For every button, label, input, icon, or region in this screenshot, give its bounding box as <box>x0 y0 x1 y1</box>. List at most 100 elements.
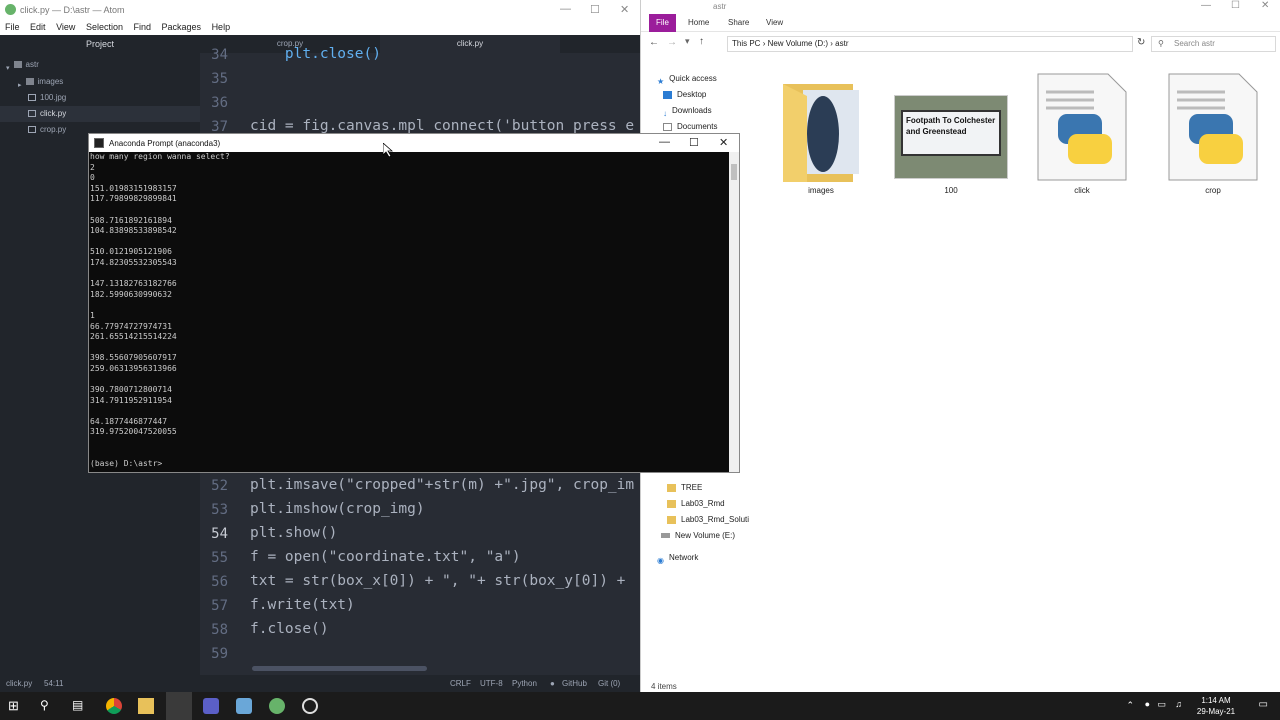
tree-item-100jpg[interactable]: 100.jpg <box>0 90 200 106</box>
nav-lab03-rmd[interactable]: Lab03_Rmd <box>667 497 725 511</box>
file-tile-images[interactable]: images <box>761 70 881 200</box>
ribbon-tab-share[interactable]: Share <box>721 14 756 32</box>
code-line: f.close() <box>250 621 329 637</box>
file-tile-100[interactable]: Footpath To Colchester and Greenstead 10… <box>891 70 1011 200</box>
folder-icon <box>667 515 676 524</box>
tree-item-clickpy[interactable]: click.py <box>0 106 200 122</box>
nav-label: Lab03_Rmd_Soluti <box>681 515 750 524</box>
line-number: 55 <box>211 550 228 566</box>
file-tile-crop[interactable]: crop <box>1153 70 1273 200</box>
breadcrumb-volume-d[interactable]: New Volume (D:) <box>768 39 828 48</box>
back-arrow-icon[interactable]: ← <box>649 37 659 48</box>
chrome-icon[interactable] <box>106 698 122 714</box>
clock-date[interactable]: 29-May-21 <box>1188 707 1244 716</box>
teams-icon[interactable] <box>203 698 219 714</box>
ribbon-tabs: File Home Share View <box>641 14 1280 32</box>
microphone-icon[interactable]: ● <box>1145 699 1150 709</box>
tree-item-astr[interactable]: ▾ astr <box>0 57 200 73</box>
tray-chevron-up-icon[interactable]: ⌃ <box>1126 700 1134 711</box>
nav-new-volume-e[interactable]: New Volume (E:) <box>661 529 735 543</box>
close-icon[interactable]: ✕ <box>1261 0 1269 11</box>
nav-label: Desktop <box>677 90 707 99</box>
notification-icon[interactable]: ▭ <box>1259 699 1268 710</box>
status-encoding[interactable]: UTF-8 <box>480 679 503 688</box>
close-icon[interactable]: ✕ <box>719 136 728 149</box>
up-arrow-icon[interactable]: ↑ <box>699 36 704 47</box>
windows-start-icon[interactable]: ⊞ <box>8 698 24 714</box>
status-line-ending[interactable]: CRLF <box>450 679 471 688</box>
menu-help[interactable]: Help <box>212 20 231 35</box>
search-input[interactable]: ⚲ Search astr <box>1151 36 1276 52</box>
recent-chevron-down-icon[interactable]: ▾ <box>685 36 690 47</box>
menu-packages[interactable]: Packages <box>162 20 202 35</box>
vertical-scrollbar[interactable] <box>729 152 739 472</box>
status-grammar[interactable]: Python <box>512 679 537 688</box>
menu-edit[interactable]: Edit <box>30 20 46 35</box>
forward-arrow-icon[interactable]: → <box>667 37 677 48</box>
terminal-taskbar-icon[interactable] <box>166 692 192 720</box>
clock-time[interactable]: 1:14 AM <box>1188 696 1244 705</box>
task-view-icon[interactable]: ▤ <box>72 698 88 714</box>
network-status-icon[interactable]: ▭ <box>1157 699 1166 710</box>
menu-file[interactable]: File <box>5 20 20 35</box>
drive-icon <box>661 533 670 539</box>
volume-icon[interactable]: ♫ <box>1175 699 1182 709</box>
tab-click-py[interactable]: click.py <box>380 35 560 53</box>
maximize-icon[interactable]: ☐ <box>590 3 600 16</box>
nav-label: TREE <box>681 483 703 492</box>
nav-downloads[interactable]: ↓ Downloads <box>663 104 712 118</box>
nav-tree-folder[interactable]: TREE <box>667 481 702 495</box>
line-number: 36 <box>211 95 228 111</box>
terminal-output[interactable]: how many region wanna select? 2 0 151.01… <box>89 152 729 472</box>
ribbon-tab-view[interactable]: View <box>759 14 790 32</box>
menu-find[interactable]: Find <box>133 20 151 35</box>
tree-item-label: astr <box>25 60 39 69</box>
status-cursor[interactable]: 54:11 <box>44 679 63 688</box>
minimize-icon[interactable]: — <box>659 136 670 148</box>
folder-icon <box>667 483 676 492</box>
breadcrumb-this-pc[interactable]: This PC <box>732 39 760 48</box>
nav-network[interactable]: ◉ Network <box>657 551 698 565</box>
menu-view[interactable]: View <box>56 20 75 35</box>
tree-item-label: crop.py <box>40 125 67 134</box>
menu-selection[interactable]: Selection <box>86 20 123 35</box>
refresh-icon[interactable]: ↻ <box>1137 37 1145 48</box>
anaconda-prompt-window[interactable]: Anaconda Prompt (anaconda3) — ☐ ✕ how ma… <box>88 133 740 473</box>
status-git[interactable]: Git (0) <box>598 679 620 688</box>
ribbon-tab-home[interactable]: Home <box>681 14 716 32</box>
status-file[interactable]: click.py <box>6 679 32 688</box>
scrollbar-thumb[interactable] <box>731 164 737 180</box>
atom-titlebar[interactable]: click.py — D:\astr — Atom — ☐ ✕ <box>0 0 640 20</box>
ribbon-tab-file[interactable]: File <box>649 14 676 32</box>
folder-icon <box>25 78 34 86</box>
tree-item-images[interactable]: ▸ images <box>0 74 200 90</box>
nav-documents[interactable]: Documents <box>663 120 717 134</box>
minimize-icon[interactable]: — <box>1201 0 1211 11</box>
file-tile-click[interactable]: click <box>1022 70 1142 200</box>
address-bar[interactable]: This PC › New Volume (D:) › astr <box>727 36 1133 52</box>
horizontal-scrollbar[interactable] <box>252 666 427 671</box>
minimize-icon[interactable]: — <box>560 3 571 15</box>
nav-lab03-rmd-solution[interactable]: Lab03_Rmd_Soluti <box>667 513 749 527</box>
github-icon[interactable]: ● <box>550 679 555 688</box>
explorer-title: astr <box>713 2 727 11</box>
explorer-titlebar[interactable]: astr — ☐ ✕ <box>641 0 1280 14</box>
chevron-right-icon: ▸ <box>18 82 22 90</box>
app-icon[interactable] <box>236 698 252 714</box>
maximize-icon[interactable]: ☐ <box>1231 0 1240 11</box>
maximize-icon[interactable]: ☐ <box>689 136 699 149</box>
search-icon[interactable]: ⚲ <box>40 698 56 714</box>
file-label: click <box>1074 186 1090 195</box>
atom-icon[interactable] <box>269 698 285 714</box>
close-icon[interactable]: ✕ <box>620 3 629 16</box>
explorer-status-bar: 4 items <box>641 680 1280 692</box>
conda-titlebar[interactable]: Anaconda Prompt (anaconda3) — ☐ ✕ <box>89 134 739 152</box>
obs-icon[interactable] <box>302 698 318 714</box>
nav-desktop[interactable]: Desktop <box>663 88 706 102</box>
status-github[interactable]: GitHub <box>562 679 587 688</box>
file-explorer-icon[interactable] <box>138 698 154 714</box>
code-line: plt.imshow(crop_img) <box>250 501 425 517</box>
project-tab[interactable]: Project <box>0 35 200 53</box>
breadcrumb-astr[interactable]: astr <box>835 39 848 48</box>
nav-quick-access[interactable]: ★ Quick access <box>657 72 717 86</box>
